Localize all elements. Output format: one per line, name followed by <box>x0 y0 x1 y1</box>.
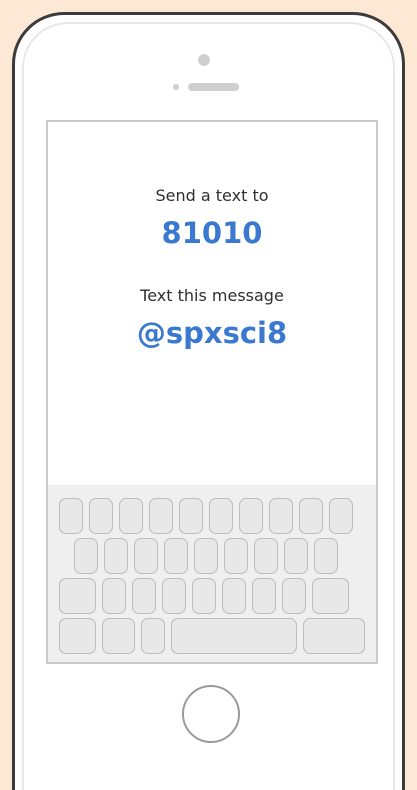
keyboard-row-1 <box>59 498 376 534</box>
key[interactable] <box>89 498 113 534</box>
key[interactable] <box>164 538 188 574</box>
key[interactable] <box>132 578 156 614</box>
key[interactable] <box>74 538 98 574</box>
key[interactable] <box>59 498 83 534</box>
key[interactable] <box>209 498 233 534</box>
home-button-icon[interactable] <box>182 685 240 743</box>
send-text-label: Send a text to <box>155 186 269 205</box>
key[interactable] <box>329 498 353 534</box>
key[interactable] <box>192 578 216 614</box>
phone-number: 81010 <box>161 216 263 250</box>
sensor-icon <box>173 84 179 90</box>
key[interactable] <box>222 578 246 614</box>
keyboard-row-3 <box>59 578 376 614</box>
key[interactable] <box>224 538 248 574</box>
key[interactable] <box>314 538 338 574</box>
key[interactable] <box>284 538 308 574</box>
keyboard-row-4 <box>59 618 376 654</box>
key[interactable] <box>194 538 218 574</box>
key[interactable] <box>162 578 186 614</box>
key[interactable] <box>134 538 158 574</box>
space-key[interactable] <box>171 618 297 654</box>
camera-icon <box>198 54 210 66</box>
numbers-key[interactable] <box>59 618 96 654</box>
key[interactable] <box>254 538 278 574</box>
key[interactable] <box>119 498 143 534</box>
key[interactable] <box>252 578 276 614</box>
message-label: Text this message <box>140 286 284 305</box>
message-code: @spxsci8 <box>136 316 288 350</box>
key[interactable] <box>299 498 323 534</box>
key[interactable] <box>104 538 128 574</box>
phone-screen: Send a text to 81010 Text this message @… <box>46 120 378 664</box>
mic-key[interactable] <box>141 618 165 654</box>
key[interactable] <box>282 578 306 614</box>
key[interactable] <box>179 498 203 534</box>
key[interactable] <box>269 498 293 534</box>
emoji-key[interactable] <box>102 618 135 654</box>
backspace-key[interactable] <box>312 578 349 614</box>
return-key[interactable] <box>303 618 365 654</box>
shift-key[interactable] <box>59 578 96 614</box>
keyboard-row-2 <box>74 538 376 574</box>
key[interactable] <box>102 578 126 614</box>
speaker-icon <box>188 83 239 91</box>
key[interactable] <box>149 498 173 534</box>
key[interactable] <box>239 498 263 534</box>
keyboard <box>48 485 376 662</box>
